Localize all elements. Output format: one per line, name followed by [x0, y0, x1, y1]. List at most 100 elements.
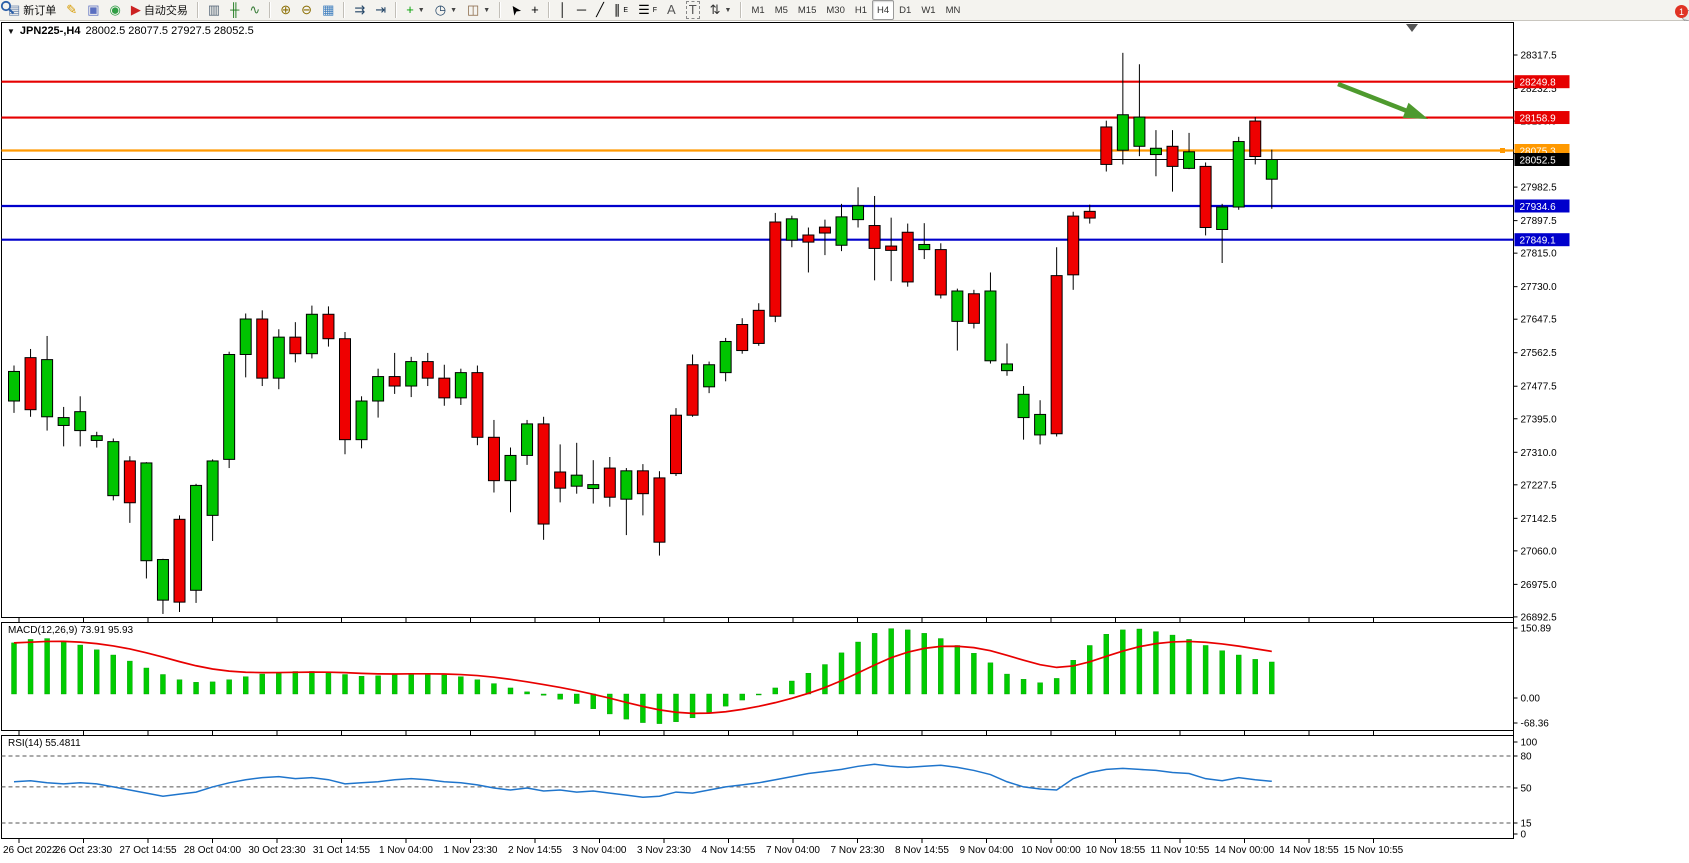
price-tick-label: 26892.5: [1521, 612, 1558, 623]
dropdown-caret-icon[interactable]: ▼: [418, 7, 425, 14]
macd-histogram-bar: [1153, 632, 1158, 694]
macd-histogram-bar: [227, 680, 232, 694]
time-axis-label: 14 Nov 18:55: [1279, 845, 1339, 856]
auto-scroll-button[interactable]: ⇉: [349, 0, 370, 20]
symbol-dropdown-icon[interactable]: ▼: [7, 27, 15, 36]
timeframe-h1-button[interactable]: H1: [850, 0, 872, 20]
fibonacci-button[interactable]: ☰F: [633, 0, 662, 20]
macd-histogram-bar: [45, 639, 50, 694]
price-level-label: 27934.6: [1520, 202, 1557, 213]
macd-histogram-bar: [1269, 662, 1274, 694]
level-handle[interactable]: [1500, 148, 1505, 153]
cursor-button[interactable]: ➤: [505, 0, 526, 20]
chart-title-bar[interactable]: ▼ JPN225-,H4 28002.5 28077.5 27927.5 280…: [7, 25, 254, 37]
text-button[interactable]: A: [662, 0, 681, 20]
macd-histogram-bar: [392, 675, 397, 694]
price-tick-label: 27815.0: [1521, 249, 1558, 260]
chart-pane-1: [2, 623, 1514, 731]
macd-histogram-bar: [61, 641, 66, 694]
crosshair-button[interactable]: +: [526, 0, 544, 20]
candlestick-chart[interactable]: 28317.528232.528150.028067.527982.527897…: [0, 21, 1689, 863]
macd-histogram-bar: [1220, 651, 1225, 694]
macd-histogram-bar: [690, 694, 695, 718]
macd-histogram-bar: [707, 694, 712, 712]
candlestick-icon: ╫: [230, 2, 239, 18]
autotrade-button[interactable]: ▶自动交易: [126, 0, 193, 20]
macd-histogram-bar: [177, 680, 182, 694]
bar-chart-button[interactable]: ▥: [203, 0, 225, 20]
timeframe-h4-button[interactable]: H4: [872, 0, 894, 20]
macd-histogram-bar: [624, 694, 629, 719]
time-axis-label: 26 Oct 23:30: [55, 845, 113, 856]
timeframe-m15-button[interactable]: M15: [793, 0, 821, 20]
time-axis-label: 4 Nov 14:55: [702, 845, 756, 856]
add-indicator-button[interactable]: +▼: [401, 0, 430, 20]
text-icon: A: [667, 2, 676, 18]
macd-histogram-bar: [1120, 630, 1125, 694]
candle: [91, 436, 102, 441]
macd-histogram-bar: [491, 684, 496, 694]
toolbar-separator: [395, 2, 397, 18]
text-label-icon: T: [686, 1, 700, 19]
timeframe-w1-button[interactable]: W1: [916, 0, 940, 20]
time-axis-label: 30 Oct 23:30: [248, 845, 306, 856]
zoom-out-button[interactable]: ⊖: [296, 0, 317, 20]
macd-histogram-bar: [971, 653, 976, 694]
candle: [1068, 216, 1079, 275]
chart-shift-button[interactable]: ⇥: [370, 0, 391, 20]
period-button[interactable]: ◷▼: [430, 0, 462, 20]
candle: [1002, 364, 1013, 371]
text-label-button[interactable]: T: [681, 0, 705, 20]
trendline-button[interactable]: ╱: [591, 0, 609, 20]
macd-histogram-bar: [1170, 635, 1175, 694]
price-tick-label: 27060.0: [1521, 546, 1558, 557]
macd-histogram-bar: [1021, 679, 1026, 694]
timeframe-d1-button-label: D1: [899, 5, 911, 16]
candle: [803, 235, 814, 242]
candle: [985, 291, 996, 361]
macd-histogram-bar: [839, 653, 844, 694]
rsi-axis-label: 100: [1521, 738, 1538, 749]
community-button[interactable]: ▣: [82, 0, 104, 20]
candle: [257, 319, 268, 378]
macd-histogram-bar: [194, 682, 199, 694]
candle: [75, 412, 86, 431]
timeframe-m1-button[interactable]: M1: [746, 0, 769, 20]
horizontal-line-button[interactable]: ─: [572, 0, 591, 20]
dropdown-caret-icon[interactable]: ▼: [483, 7, 490, 14]
line-chart-button[interactable]: ∿: [244, 0, 265, 20]
macd-histogram-bar: [1087, 645, 1092, 694]
timeframe-d1-button[interactable]: D1: [894, 0, 916, 20]
candle: [720, 341, 731, 372]
candle: [240, 319, 251, 354]
macd-histogram-bar: [94, 650, 99, 694]
candle: [853, 206, 864, 220]
marker-button[interactable]: ✎: [61, 0, 82, 20]
timeframe-m5-button[interactable]: M5: [770, 0, 793, 20]
timeframe-mn-button[interactable]: MN: [941, 0, 966, 20]
candle: [968, 294, 979, 324]
timeframe-m30-button[interactable]: M30: [821, 0, 849, 20]
timeframe-m1-button-label: M1: [751, 5, 764, 16]
vertical-line-button[interactable]: │: [554, 0, 572, 20]
candle: [42, 360, 53, 417]
candle: [356, 401, 367, 440]
template-button[interactable]: ◫▼: [462, 0, 495, 20]
rsi-indicator-label: RSI(14) 55.4811: [8, 738, 81, 749]
dropdown-caret-icon[interactable]: ▼: [725, 7, 732, 14]
toolbar-separator: [499, 2, 501, 18]
zoom-in-button[interactable]: ⊕: [275, 0, 296, 20]
channel-button[interactable]: ∥E: [609, 0, 633, 20]
macd-histogram-bar: [806, 673, 811, 694]
candlestick-button[interactable]: ╫: [225, 0, 244, 20]
macd-histogram-bar: [127, 661, 132, 694]
candle: [538, 424, 549, 524]
tile-windows-button[interactable]: ▦: [317, 0, 339, 20]
cursor-icon: ➤: [506, 1, 525, 19]
dropdown-caret-icon[interactable]: ▼: [450, 7, 457, 14]
macd-histogram-bar: [1187, 639, 1192, 694]
macd-axis-label: 150.89: [1521, 624, 1552, 635]
macd-histogram-bar: [111, 655, 116, 694]
arrows-button[interactable]: ⇅▼: [705, 0, 737, 20]
signals-button[interactable]: ◉: [105, 0, 126, 20]
